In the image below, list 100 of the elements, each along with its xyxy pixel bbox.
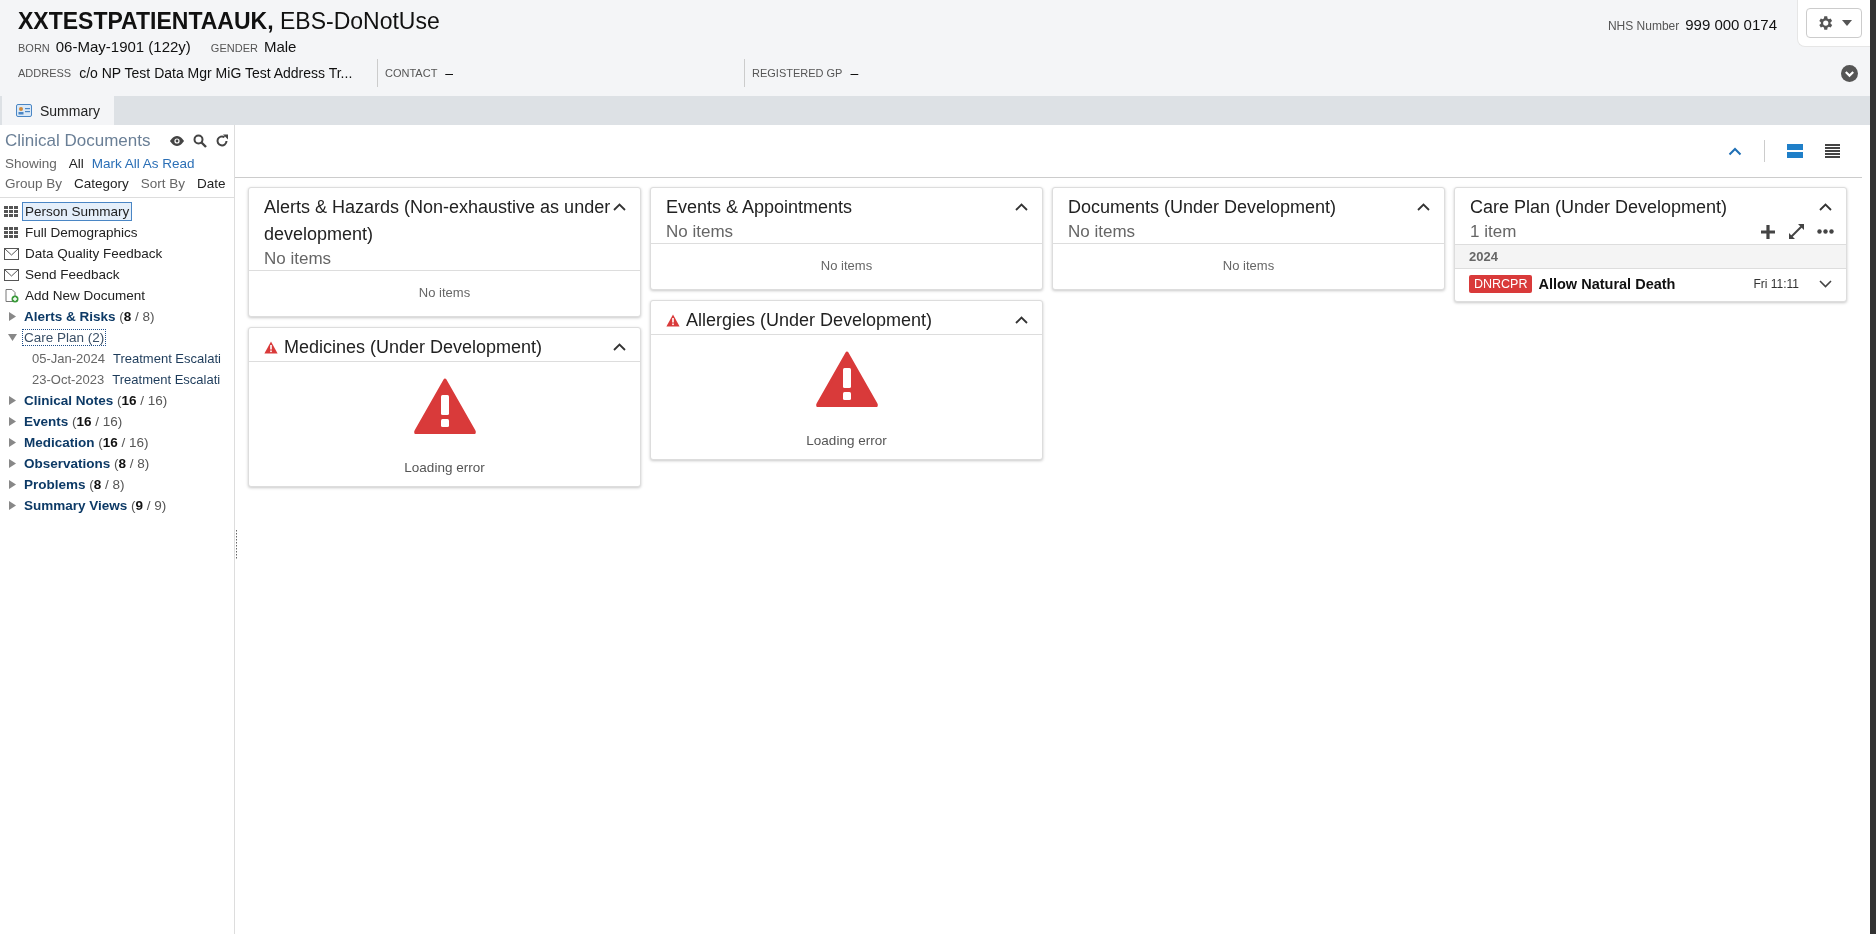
document-count: (9 / 9) <box>131 498 167 513</box>
collapse-chevron-icon[interactable] <box>1015 203 1028 211</box>
card-title: Allergies (Under Development) <box>686 309 933 332</box>
resize-handle-icon[interactable] <box>235 530 238 560</box>
document-count: (16 / 16) <box>72 414 123 429</box>
document-title[interactable]: Treatment Escalati <box>113 351 221 366</box>
field-value: c/o NP Test Data Mgr MiG Test Address Tr... <box>79 65 353 81</box>
eye-icon[interactable] <box>169 135 185 147</box>
settings-button[interactable] <box>1806 8 1862 38</box>
collapsed-triangle-icon[interactable] <box>8 438 17 447</box>
empty-message: No items <box>1221 257 1276 275</box>
add-document-icon <box>4 288 19 303</box>
document-count: (8 / 8) <box>119 309 155 324</box>
tree-category[interactable]: Care Plan (2) <box>22 329 107 346</box>
expand-row-chevron-icon[interactable] <box>1819 280 1832 288</box>
sidebar-link[interactable]: Data Quality Feedback <box>22 244 166 263</box>
empty-message: No items <box>417 284 472 302</box>
born-label: BORN <box>18 42 50 54</box>
tree-item[interactable]: Observations (8 / 8) <box>22 455 152 472</box>
category-label[interactable]: Events <box>24 414 69 429</box>
expand-icon[interactable] <box>1788 223 1805 240</box>
card-title: Events & Appointments <box>666 196 853 219</box>
summary-tab[interactable]: Summary <box>2 96 114 125</box>
sidebar-link[interactable]: Send Feedback <box>22 265 123 284</box>
collapsed-triangle-icon[interactable] <box>8 480 17 489</box>
care-plan-title[interactable]: Allow Natural Death <box>1538 276 1748 292</box>
category-label[interactable]: Alerts & Risks <box>24 309 116 324</box>
document-title[interactable]: Treatment Escalati <box>112 372 221 387</box>
sidebar-link[interactable]: Person Summary <box>22 202 133 221</box>
collapse-chevron-icon[interactable] <box>1417 203 1430 211</box>
collapse-chevron-icon[interactable] <box>1015 316 1028 324</box>
sort-by-value[interactable]: Date <box>197 176 226 191</box>
envelope-icon <box>4 247 19 260</box>
tree-item[interactable]: Clinical Notes (16 / 16) <box>22 392 170 409</box>
id-card-icon <box>16 104 32 117</box>
tree-item[interactable]: Alerts & Risks (8 / 8) <box>22 308 157 325</box>
collapsed-triangle-icon[interactable] <box>8 312 17 321</box>
gender-label: GENDER <box>210 42 258 54</box>
list-view-icon[interactable] <box>1825 144 1840 158</box>
large-warning-icon <box>413 378 476 434</box>
tree-item[interactable]: Medication (16 / 16) <box>22 434 151 451</box>
card-title: Care Plan (Under Development) <box>1470 196 1728 219</box>
more-options-icon[interactable] <box>1817 229 1834 234</box>
group-by-value[interactable]: Category <box>74 176 129 191</box>
nhs-number: 999 000 0174 <box>1685 16 1777 33</box>
tree-item[interactable]: Summary Views (9 / 9) <box>22 497 169 514</box>
category-label[interactable]: Clinical Notes <box>24 393 114 408</box>
tree-item[interactable]: Events (16 / 16) <box>22 413 125 430</box>
refresh-icon[interactable] <box>215 134 229 148</box>
error-message: Loading error <box>806 433 887 448</box>
card-title: Medicines (Under Development) <box>284 336 543 359</box>
document-count: (16 / 16) <box>98 435 149 450</box>
category-label[interactable]: Observations <box>24 456 111 471</box>
sidebar-title: Clinical Documents <box>5 131 151 151</box>
category-label[interactable]: Problems <box>24 477 86 492</box>
document-count: (8 / 8) <box>89 477 125 492</box>
expand-chevron-icon[interactable] <box>1841 64 1858 82</box>
sidebar-link[interactable]: Add New Document <box>22 286 149 305</box>
card-title: Alerts & Hazards (Non-exhaustive as under development) <box>264 196 612 246</box>
collapsed-triangle-icon[interactable] <box>8 396 17 405</box>
card-item-count: No items <box>1068 221 1137 243</box>
field-value: – <box>445 65 454 81</box>
collapsed-triangle-icon[interactable] <box>8 417 17 426</box>
status-tag: DNRCPR <box>1469 275 1533 293</box>
expanded-triangle-icon[interactable] <box>8 333 17 342</box>
category-label[interactable]: Medication <box>24 435 95 450</box>
field-label: ADDRESS <box>18 67 72 79</box>
mark-all-read-link[interactable]: Mark All As Read <box>91 156 195 171</box>
showing-value[interactable]: All <box>68 156 84 171</box>
patient-name: XXTESTPATIENTAAUK, EBS-DoNotUse <box>18 8 441 35</box>
collapse-chevron-icon[interactable] <box>613 343 626 351</box>
document-count: (8 / 8) <box>114 456 150 471</box>
card-item-count: No items <box>264 248 333 270</box>
category-label[interactable]: Summary Views <box>24 498 128 513</box>
sidebar-link[interactable]: Full Demographics <box>22 223 141 242</box>
gender-value: Male <box>263 38 297 55</box>
document-date[interactable]: 05-Jan-2024 <box>32 351 105 366</box>
document-date[interactable]: 23-Oct-2023 <box>32 372 105 387</box>
error-message: Loading error <box>404 460 485 475</box>
tree-item[interactable]: Problems (8 / 8) <box>22 476 127 493</box>
year-group-header: 2024 <box>1455 245 1846 269</box>
collapse-chevron-icon[interactable] <box>613 203 626 211</box>
field-label: REGISTERED GP <box>752 67 843 79</box>
collapse-all-chevron-icon[interactable] <box>1728 146 1742 156</box>
collapse-chevron-icon[interactable] <box>1819 203 1832 211</box>
grid-icon <box>4 226 19 239</box>
field-value: – <box>850 65 859 81</box>
large-warning-icon <box>815 351 878 407</box>
search-icon[interactable] <box>193 134 207 148</box>
add-icon[interactable] <box>1760 223 1776 240</box>
card-item-count: 1 item <box>1470 221 1518 243</box>
entry-time: Fri 11:11 <box>1753 277 1799 291</box>
collapsed-triangle-icon[interactable] <box>8 501 17 510</box>
card-item-count: No items <box>666 221 735 243</box>
tiles-view-icon[interactable] <box>1787 144 1803 158</box>
collapsed-triangle-icon[interactable] <box>8 459 17 468</box>
group-by-label: Group By <box>5 176 63 191</box>
sort-by-label: Sort By <box>140 176 186 191</box>
envelope-icon <box>4 268 19 281</box>
nhs-number-label: NHS Number <box>1607 19 1680 33</box>
